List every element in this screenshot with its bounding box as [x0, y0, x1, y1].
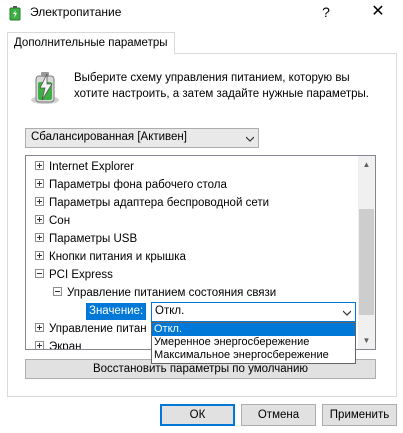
- close-button[interactable]: ✕: [366, 2, 390, 22]
- chevron-down-icon: [343, 310, 351, 316]
- expand-icon[interactable]: [35, 233, 44, 243]
- description-text: Выберите схему управления питанием, кото…: [74, 72, 369, 100]
- tree-item-power-buttons[interactable]: Кнопки питания и крышка: [35, 248, 186, 266]
- tree-item-power-management[interactable]: Управление питан: [35, 320, 147, 338]
- tree-item-label: Кнопки питания и крышка: [49, 251, 186, 263]
- tree-item-label: Internet Explorer: [49, 161, 135, 173]
- tree-item-display[interactable]: Экран: [35, 338, 82, 350]
- tree-item-internet-explorer[interactable]: Internet Explorer: [35, 158, 134, 176]
- setting-value-select[interactable]: Откл.: [151, 302, 356, 322]
- tree-item-label: Параметры адаптера беспроводной сети: [49, 197, 270, 209]
- help-button[interactable]: ?: [316, 2, 336, 22]
- cancel-button[interactable]: Отмена: [241, 404, 316, 426]
- expand-icon[interactable]: [35, 251, 44, 261]
- tree-item-label: Сон: [49, 215, 71, 227]
- setting-value-label: Значение:: [86, 303, 147, 320]
- expand-icon[interactable]: [35, 161, 44, 171]
- chevron-down-icon: [246, 136, 254, 142]
- tab-advanced-settings[interactable]: Дополнительные параметры: [7, 32, 175, 54]
- power-plan-select[interactable]: Сбалансированная [Активен]: [25, 128, 259, 148]
- scroll-down-icon[interactable]: ▼: [358, 332, 375, 349]
- tree-item-wireless-adapter[interactable]: Параметры адаптера беспроводной сети: [35, 194, 269, 212]
- title-bar: Электропитание ? ✕: [0, 0, 403, 26]
- expand-icon[interactable]: [35, 323, 44, 333]
- tree-item-label: Параметры USB: [49, 233, 138, 245]
- tree-item-link-state-power[interactable]: Управление питанием состояния связи: [53, 284, 276, 302]
- tree-item-label: PCI Express: [49, 269, 113, 281]
- expand-icon[interactable]: [35, 197, 44, 207]
- tree-scrollbar[interactable]: ▲ ▼: [358, 156, 375, 349]
- tree-item-desktop-background[interactable]: Параметры фона рабочего стола: [35, 176, 227, 194]
- setting-value-current: Откл.: [155, 305, 185, 317]
- window-title: Электропитание: [30, 5, 122, 19]
- tree-item-label: Экран: [49, 341, 82, 350]
- tree-item-label: Управление питан: [49, 323, 147, 335]
- expand-icon[interactable]: [35, 179, 44, 189]
- option-moderate-savings[interactable]: Умеренное энергосбережение: [152, 336, 355, 349]
- scroll-up-icon[interactable]: ▲: [358, 156, 375, 173]
- power-options-icon: [9, 6, 21, 21]
- scroll-thumb[interactable]: [359, 209, 374, 315]
- power-plan-value: Сбалансированная [Активен]: [31, 131, 187, 143]
- option-maximum-savings[interactable]: Максимальное энергосбережение: [152, 349, 355, 362]
- ok-button[interactable]: ОК: [160, 404, 235, 426]
- tree-item-sleep[interactable]: Сон: [35, 212, 70, 230]
- setting-value-options[interactable]: Откл. Умеренное энергосбережение Максима…: [151, 322, 356, 364]
- option-off[interactable]: Откл.: [152, 323, 355, 336]
- collapse-icon[interactable]: [53, 287, 62, 297]
- expand-icon[interactable]: [35, 341, 44, 349]
- expand-icon[interactable]: [35, 215, 44, 225]
- tree-item-pci-express[interactable]: PCI Express: [35, 266, 113, 284]
- collapse-icon[interactable]: [35, 269, 44, 279]
- battery-icon: [31, 72, 59, 104]
- tree-item-usb[interactable]: Параметры USB: [35, 230, 137, 248]
- apply-button[interactable]: Применить: [322, 404, 397, 426]
- tree-item-label: Параметры фона рабочего стола: [49, 179, 227, 191]
- tree-item-label: Управление питанием состояния связи: [67, 287, 277, 299]
